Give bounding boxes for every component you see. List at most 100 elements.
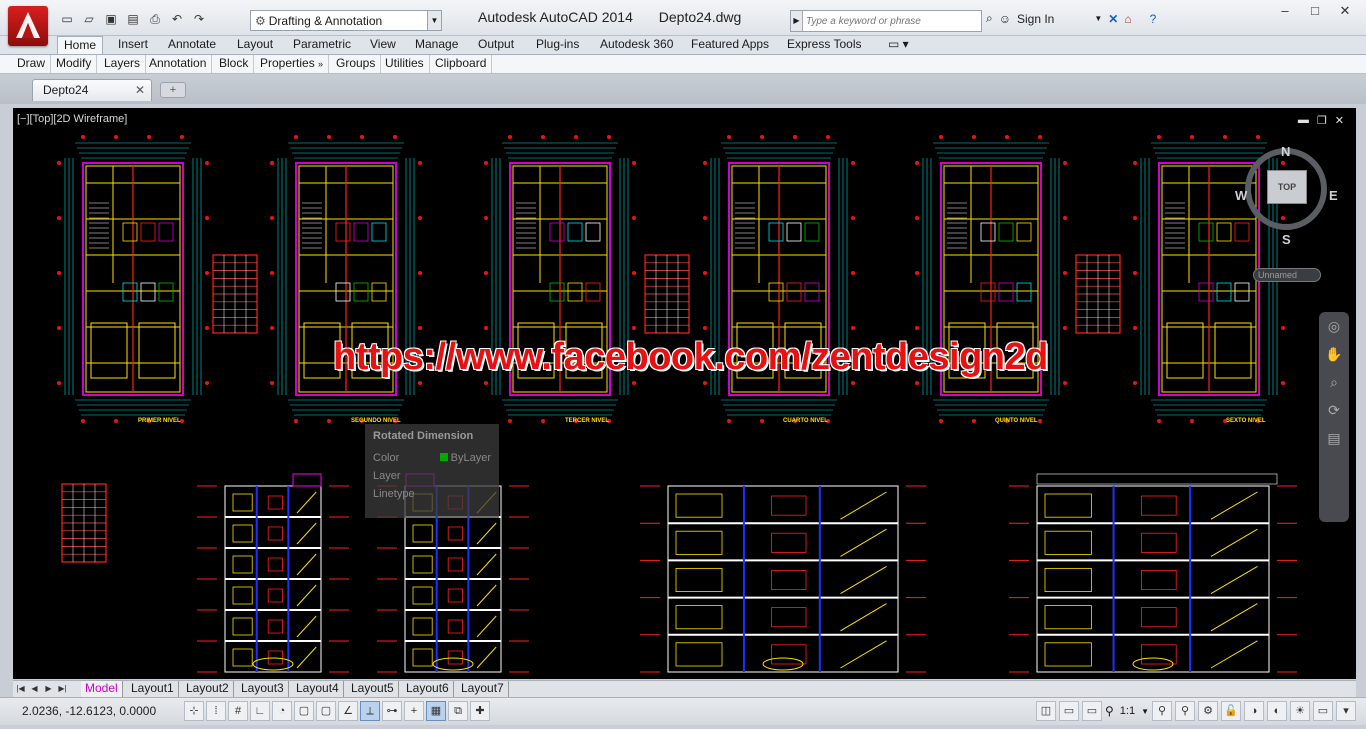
tab-featured-apps[interactable]: Featured Apps	[685, 36, 775, 54]
panel-utilities[interactable]: Utilities	[380, 55, 430, 73]
object-snap-tracking-icon[interactable]: ∠	[338, 701, 358, 721]
panel-layers[interactable]: Layers	[99, 55, 147, 73]
binoculars-icon[interactable]: ⌕	[986, 11, 993, 26]
snap-mode-icon[interactable]: ⁞	[206, 701, 226, 721]
tab-view[interactable]: View	[364, 36, 402, 54]
showmotion-icon[interactable]: ▤	[1319, 424, 1349, 452]
ucs-menu[interactable]: Unnamed	[1253, 268, 1321, 282]
drawing-area[interactable]: PRIMER NIVEL SEGUNDO NIVEL TERCER NIVEL CUA…	[13, 108, 1356, 679]
model-space-icon[interactable]: ◫	[1035, 701, 1056, 721]
save-as-icon[interactable]: ▤	[124, 10, 142, 28]
tab-layout7[interactable]: Layout7	[457, 681, 509, 697]
infer-constraints-icon[interactable]: ⊹	[184, 701, 204, 721]
dynamic-ucs-icon[interactable]: ⟂	[360, 701, 380, 721]
new-tab-button[interactable]: +	[160, 82, 186, 98]
tab-autodesk-360[interactable]: Autodesk 360	[594, 36, 679, 54]
maximize-icon[interactable]: □	[1300, 2, 1330, 22]
panel-draw[interactable]: Draw	[12, 55, 52, 73]
last-tab-icon[interactable]: ▶|	[57, 682, 68, 696]
object-snap-icon[interactable]: ▢	[294, 701, 314, 721]
search-input[interactable]	[803, 15, 973, 27]
isolate-objects-icon[interactable]: ◐	[1267, 701, 1287, 721]
tab-layout2[interactable]: Layout2	[182, 681, 234, 697]
dynamic-input-icon[interactable]: ⊶	[382, 701, 402, 721]
exchange-icon[interactable]: ✕	[1108, 12, 1118, 26]
tab-layout1[interactable]: Layout1	[127, 681, 179, 697]
clean-screen-icon[interactable]: ▭	[1313, 701, 1333, 721]
polar-tracking-icon[interactable]: ◔	[272, 701, 292, 721]
tab-model[interactable]: Model	[81, 681, 123, 697]
open-icon[interactable]: ▱	[80, 10, 98, 28]
annotation-scale[interactable]: 1:1	[1117, 705, 1138, 717]
new-icon[interactable]: ▭	[58, 10, 76, 28]
quick-view-layouts-icon[interactable]: ▭	[1058, 701, 1079, 721]
panel-block[interactable]: Block	[214, 55, 255, 73]
tab-layout6[interactable]: Layout6	[402, 681, 454, 697]
search-expand-icon[interactable]: ▶	[791, 11, 803, 31]
panel-annotation[interactable]: Annotation	[144, 55, 213, 73]
first-tab-icon[interactable]: |◀	[15, 682, 26, 696]
application-menu-button[interactable]	[8, 6, 48, 46]
viewport-controls-label[interactable]: [−][Top][2D Wireframe]	[17, 113, 127, 125]
prev-tab-icon[interactable]: ◀	[29, 682, 40, 696]
close-tab-icon[interactable]: ✕	[135, 80, 145, 100]
compass-east[interactable]: E	[1329, 188, 1338, 203]
pan-icon[interactable]: ✋	[1319, 340, 1349, 368]
panel-modify[interactable]: Modify	[51, 55, 98, 73]
next-tab-icon[interactable]: ▶	[43, 682, 54, 696]
auto-scale-icon[interactable]: ⚲	[1175, 701, 1195, 721]
viewport-close-icon[interactable]: ✕	[1335, 114, 1344, 127]
chevron-down-icon[interactable]: ▼	[1141, 707, 1149, 716]
quick-view-drawings-icon[interactable]: ▭	[1081, 701, 1102, 721]
compass-north[interactable]: N	[1281, 144, 1290, 159]
selection-cycling-icon[interactable]: ✚	[470, 701, 490, 721]
transparency-icon[interactable]: ▦	[426, 701, 446, 721]
plot-icon[interactable]: ⎙	[146, 10, 164, 28]
ribbon-minimize-icon[interactable]: ▭ ▾	[882, 36, 915, 54]
light-bulb-icon[interactable]: ☀	[1290, 701, 1310, 721]
compass-south[interactable]: S	[1282, 232, 1291, 247]
close-icon[interactable]: ✕	[1330, 2, 1360, 22]
lock-icon[interactable]: 🔓	[1221, 701, 1241, 721]
tab-layout5[interactable]: Layout5	[347, 681, 399, 697]
cursor-coordinates[interactable]: 2.0236, -12.6123, 0.0000	[22, 704, 156, 718]
grid-icon[interactable]: #	[228, 701, 248, 721]
tab-insert[interactable]: Insert	[112, 36, 154, 54]
tab-output[interactable]: Output	[472, 36, 520, 54]
panel-clipboard[interactable]: Clipboard	[430, 55, 493, 73]
hardware-acceleration-icon[interactable]: ◑	[1244, 701, 1264, 721]
3d-object-snap-icon[interactable]: ▢	[316, 701, 336, 721]
minimize-icon[interactable]: –	[1270, 2, 1300, 22]
tab-layout[interactable]: Layout	[231, 36, 279, 54]
user-icon[interactable]: ☺	[999, 12, 1011, 26]
steering-wheel-icon[interactable]: ◎	[1319, 312, 1349, 340]
lineweight-icon[interactable]: +	[404, 701, 424, 721]
chevron-down-icon[interactable]: ▼	[1094, 14, 1102, 23]
tab-manage[interactable]: Manage	[409, 36, 464, 54]
redo-icon[interactable]: ↷	[190, 10, 208, 28]
tab-express-tools[interactable]: Express Tools	[781, 36, 867, 54]
panel-properties[interactable]: Properties »	[255, 55, 330, 73]
workspace-switching-icon[interactable]: ⚙	[1198, 701, 1218, 721]
viewcube[interactable]: TOP N S E W Unnamed	[1235, 140, 1338, 282]
undo-icon[interactable]: ↶	[168, 10, 186, 28]
customization-icon[interactable]: ▾	[1336, 701, 1356, 721]
stay-connected-icon[interactable]: ⌂	[1124, 12, 1131, 26]
panel-groups[interactable]: Groups	[331, 55, 382, 73]
annotation-visibility-icon[interactable]: ⚲	[1152, 701, 1172, 721]
sign-in-button[interactable]: Sign In	[1017, 12, 1054, 26]
tab-layout4[interactable]: Layout4	[292, 681, 344, 697]
tab-home[interactable]: Home	[57, 36, 104, 54]
save-icon[interactable]: ▣	[102, 10, 120, 28]
zoom-icon[interactable]: ⌕	[1319, 368, 1349, 396]
orbit-icon[interactable]: ⟳	[1319, 396, 1349, 424]
ortho-icon[interactable]: ∟	[250, 701, 270, 721]
viewport-minimize-icon[interactable]: ▬	[1298, 114, 1309, 127]
quick-properties-icon[interactable]: ⧉	[448, 701, 468, 721]
tab-plug-ins[interactable]: Plug-ins	[530, 36, 585, 54]
compass-west[interactable]: W	[1235, 188, 1247, 203]
help-icon[interactable]: ?	[1150, 12, 1157, 26]
viewcube-top-face[interactable]: TOP	[1267, 170, 1307, 204]
tab-annotate[interactable]: Annotate	[162, 36, 222, 54]
file-tab[interactable]: Depto24 ✕	[32, 79, 152, 101]
